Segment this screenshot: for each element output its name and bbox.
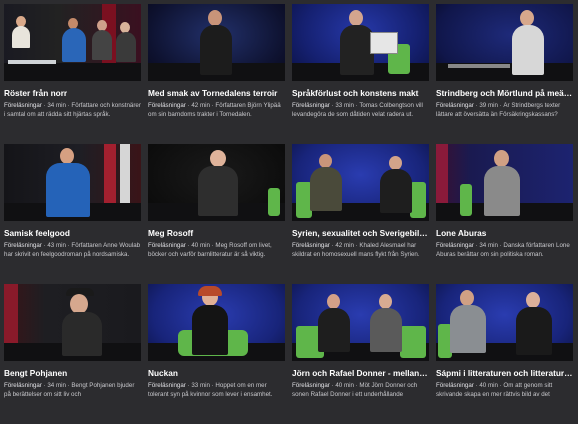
video-card[interactable]: Med smak av Tornedalens terroir Föreläsn…: [148, 4, 285, 144]
video-meta: Föreläsningar · 40 min · Om att genom si…: [436, 382, 553, 398]
video-duration: 34 min: [479, 242, 498, 249]
video-duration: 39 min: [479, 102, 498, 109]
video-thumbnail[interactable]: [148, 284, 285, 361]
chair-shape: [410, 182, 426, 218]
video-thumbnail[interactable]: [4, 144, 141, 221]
video-duration: 40 min: [191, 242, 210, 249]
video-category: Föreläsningar: [4, 102, 42, 109]
video-title[interactable]: Syrien, sexualitet och Sverigebilder: [292, 228, 429, 238]
video-thumbnail[interactable]: [4, 284, 141, 361]
video-category: Föreläsningar: [4, 242, 42, 249]
video-meta: Föreläsningar · 40 min · Meg Rosoff om l…: [148, 242, 272, 258]
chair-shape: [268, 188, 280, 216]
video-meta: Föreläsningar · 34 min · Författare och …: [4, 102, 141, 118]
video-title[interactable]: Jörn och Rafael Donner - mellan två språ…: [292, 368, 429, 378]
video-title[interactable]: Lone Aburas: [436, 228, 573, 238]
video-meta: Föreläsningar · 40 min · Möt Jörn Donner…: [292, 382, 418, 398]
video-meta: Föreläsningar · 34 min · Bengt Pohjanen …: [4, 382, 135, 398]
video-duration: 40 min: [335, 382, 354, 389]
video-meta: Föreläsningar · 33 min · Hoppet om en me…: [148, 382, 273, 398]
video-category: Föreläsningar: [292, 102, 330, 109]
video-thumbnail[interactable]: [436, 4, 573, 81]
video-meta: Föreläsningar · 43 min · Författaren Ann…: [4, 242, 141, 258]
video-card[interactable]: Lone Aburas Föreläsningar · 34 min · Dan…: [436, 144, 573, 284]
video-title[interactable]: Språkförlust och konstens makt: [292, 88, 429, 98]
video-thumbnail[interactable]: [4, 4, 141, 81]
video-thumbnail[interactable]: [292, 144, 429, 221]
video-card[interactable]: Språkförlust och konstens makt Föreläsni…: [292, 4, 429, 144]
video-card[interactable]: Röster från norr Föreläsningar · 34 min …: [4, 4, 141, 144]
video-duration: 33 min: [335, 102, 354, 109]
video-duration: 43 min: [47, 242, 66, 249]
video-card[interactable]: Nuckan Föreläsningar · 33 min · Hoppet o…: [148, 284, 285, 424]
video-category: Föreläsningar: [292, 382, 330, 389]
video-card[interactable]: Meg Rosoff Föreläsningar · 40 min · Meg …: [148, 144, 285, 284]
video-duration: 34 min: [47, 382, 66, 389]
video-duration: 33 min: [191, 382, 210, 389]
video-thumbnail[interactable]: [292, 284, 429, 361]
video-title[interactable]: Meg Rosoff: [148, 228, 285, 238]
video-meta: Föreläsningar · 42 min · Författaren Bjö…: [148, 102, 281, 118]
video-meta: Föreläsningar · 39 min · Är Strindbergs …: [436, 102, 561, 118]
video-category: Föreläsningar: [148, 102, 186, 109]
video-title[interactable]: Sápmi i litteraturen och litteraturen i …: [436, 368, 573, 378]
video-title[interactable]: Strindberg och Mörtlund på meänkieli: [436, 88, 573, 98]
video-duration: 40 min: [479, 382, 498, 389]
video-thumbnail[interactable]: [292, 4, 429, 81]
video-title[interactable]: Röster från norr: [4, 88, 141, 98]
video-title[interactable]: Bengt Pohjanen: [4, 368, 141, 378]
video-category: Föreläsningar: [436, 102, 474, 109]
video-thumbnail[interactable]: [436, 284, 573, 361]
video-meta: Föreläsningar · 34 min · Danska författa…: [436, 242, 570, 258]
video-card[interactable]: Jörn och Rafael Donner - mellan två språ…: [292, 284, 429, 424]
video-grid: Röster från norr Föreläsningar · 34 min …: [4, 4, 573, 424]
video-title[interactable]: Nuckan: [148, 368, 285, 378]
video-card[interactable]: Strindberg och Mörtlund på meänkieli För…: [436, 4, 573, 144]
video-meta: Föreläsningar · 42 min · Khaled Alesmael…: [292, 242, 420, 258]
video-category: Föreläsningar: [148, 382, 186, 389]
chair-shape: [400, 326, 426, 358]
video-card[interactable]: Bengt Pohjanen Föreläsningar · 34 min · …: [4, 284, 141, 424]
video-category: Föreläsningar: [292, 242, 330, 249]
video-duration: 34 min: [47, 102, 66, 109]
video-category: Föreläsningar: [436, 382, 474, 389]
video-duration: 42 min: [191, 102, 210, 109]
video-duration: 42 min: [335, 242, 354, 249]
video-category: Föreläsningar: [436, 242, 474, 249]
video-card[interactable]: Samisk feelgood Föreläsningar · 43 min ·…: [4, 144, 141, 284]
video-meta: Föreläsningar · 33 min · Tomas Colbengts…: [292, 102, 423, 118]
video-title[interactable]: Samisk feelgood: [4, 228, 141, 238]
video-category: Föreläsningar: [4, 382, 42, 389]
video-category: Föreläsningar: [148, 242, 186, 249]
chair-shape: [460, 184, 472, 216]
video-thumbnail[interactable]: [148, 4, 285, 81]
video-thumbnail[interactable]: [436, 144, 573, 221]
video-title[interactable]: Med smak av Tornedalens terroir: [148, 88, 285, 98]
video-card[interactable]: Sápmi i litteraturen och litteraturen i …: [436, 284, 573, 424]
video-card[interactable]: Syrien, sexualitet och Sverigebilder För…: [292, 144, 429, 284]
video-thumbnail[interactable]: [148, 144, 285, 221]
